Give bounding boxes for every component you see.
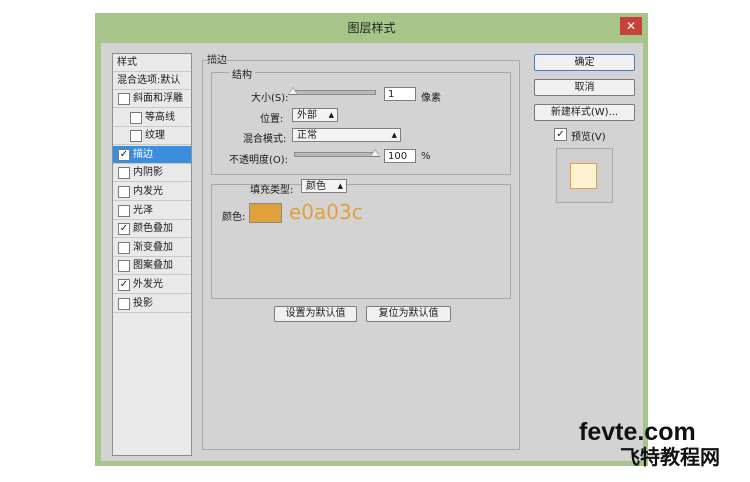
style-item[interactable]: 投影 [113, 295, 191, 313]
style-checkbox[interactable] [118, 297, 130, 310]
style-item-label: 内发光 [133, 186, 163, 197]
style-item-label: 颜色叠加 [133, 223, 173, 235]
fill-type-label: 填充类型: [250, 185, 294, 196]
size-label: 大小(S): [251, 93, 289, 104]
preview-box [556, 148, 613, 203]
new-style-button[interactable]: 新建样式(W)... [534, 104, 635, 121]
cancel-button[interactable]: 取消 [534, 79, 635, 96]
ok-button[interactable]: 确定 [534, 54, 635, 71]
set-default-button[interactable]: 设置为默认值 [274, 306, 357, 322]
style-item[interactable]: 图案叠加 [113, 257, 191, 276]
blend-mode-label: 混合模式: [243, 134, 287, 145]
style-item[interactable]: 纹理 [113, 127, 191, 146]
style-item[interactable]: ✓ 外发光 [113, 276, 191, 294]
style-item[interactable]: 斜面和浮雕 [113, 90, 191, 108]
style-item-label: 内阴影 [133, 167, 163, 179]
style-checkbox[interactable] [118, 186, 130, 198]
style-checkbox[interactable]: ✓ [118, 223, 130, 236]
fill-type-select[interactable]: 颜色 ▲ [301, 179, 347, 193]
style-item-label: 渐变叠加 [133, 241, 173, 253]
style-checkbox[interactable] [118, 260, 130, 273]
style-checkbox[interactable] [118, 204, 130, 217]
reset-default-button[interactable]: 复位为默认值 [366, 306, 451, 322]
blend-options-item[interactable]: 混合选项:默认 [113, 72, 191, 90]
preview-label: 预览(V) [571, 132, 606, 143]
style-item[interactable]: ✓ 颜色叠加 [113, 220, 191, 239]
window-title: 图层样式 [347, 21, 396, 35]
preview-checkbox[interactable]: ✓ [554, 128, 567, 141]
color-label: 颜色: [222, 212, 246, 223]
watermark-sitename: 飞特教程网 [620, 445, 720, 469]
color-swatch[interactable] [249, 203, 282, 223]
opacity-slider-thumb[interactable] [370, 149, 380, 157]
style-checkbox[interactable]: ✓ [118, 148, 130, 161]
watermark-domain: fevte.com [579, 418, 696, 446]
style-checkbox[interactable] [118, 241, 130, 254]
style-item-label: 描边 [133, 148, 153, 160]
preview-thumbnail [570, 163, 597, 189]
opacity-unit: % [421, 151, 431, 162]
updown-arrow-icon: ▲ [337, 182, 343, 190]
style-item-label: 图案叠加 [133, 260, 173, 272]
style-item-label: 光泽 [133, 204, 153, 216]
style-item-label: 斜面和浮雕 [133, 93, 183, 104]
color-hex-annotation: e0a03c [289, 200, 363, 224]
position-label: 位置: [260, 114, 284, 125]
opacity-label: 不透明度(O): [229, 155, 289, 166]
style-checkbox[interactable] [130, 111, 142, 124]
styles-list: 样式 混合选项:默认 斜面和浮雕 等高线 纹理 ✓ 描边 内阴影 内发光 光泽 ✓ 颜色叠加 渐变叠… [112, 53, 192, 456]
close-button[interactable]: ✕ [620, 17, 642, 35]
updown-arrow-icon: ▲ [391, 131, 397, 139]
style-item-label: 纹理 [145, 130, 165, 142]
opacity-slider[interactable] [294, 152, 377, 157]
styles-header: 样式 [113, 54, 191, 72]
style-item[interactable]: 光泽 [113, 202, 191, 220]
opacity-input[interactable]: 100 [384, 149, 416, 163]
style-checkbox[interactable] [130, 130, 142, 143]
style-item[interactable]: 渐变叠加 [113, 239, 191, 257]
style-item[interactable]: 等高线 [113, 109, 191, 127]
size-unit: 像素 [421, 93, 441, 104]
style-item[interactable]: 内阴影 [113, 164, 191, 183]
size-input[interactable]: 1 [384, 87, 416, 101]
size-slider[interactable] [293, 90, 376, 95]
style-item-label: 等高线 [145, 111, 175, 123]
updown-arrow-icon: ▲ [328, 111, 334, 119]
size-slider-thumb[interactable] [288, 87, 298, 95]
structure-title: 结构 [229, 66, 255, 81]
style-item[interactable]: ✓ 描边 [113, 145, 191, 164]
close-icon: ✕ [625, 19, 637, 33]
style-checkbox[interactable] [118, 93, 130, 105]
style-item-label: 外发光 [133, 279, 163, 290]
position-select[interactable]: 外部 ▲ [292, 108, 338, 122]
style-checkbox[interactable] [118, 167, 130, 180]
blend-mode-select[interactable]: 正常 ▲ [292, 128, 401, 142]
style-item-label: 投影 [133, 297, 153, 309]
style-checkbox[interactable]: ✓ [118, 279, 130, 291]
title-bar[interactable]: 图层样式 ✕ [95, 13, 648, 43]
style-item[interactable]: 内发光 [113, 183, 191, 201]
